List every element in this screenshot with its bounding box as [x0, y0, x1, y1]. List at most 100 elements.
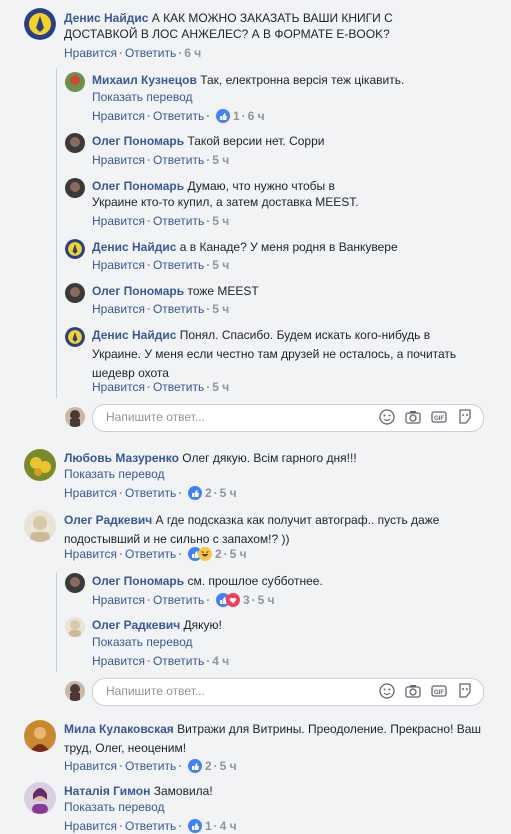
timestamp[interactable]: 6 ч	[184, 46, 201, 60]
comment-body: Михаил Кузнецов Так, електронна версія т…	[92, 72, 472, 88]
comment-author[interactable]: Олег Радкевич	[92, 618, 180, 632]
avatar[interactable]	[65, 72, 85, 92]
reaction-count[interactable]: 1	[205, 819, 212, 833]
comment-actions: Нравится · Ответить · 5 ч	[92, 380, 230, 394]
comment-text: Дякую!	[183, 618, 222, 632]
like-button[interactable]: Нравится	[64, 486, 117, 500]
comment-author[interactable]: Олег Пономарь	[92, 284, 184, 298]
timestamp[interactable]: 5 ч	[220, 486, 237, 500]
avatar[interactable]	[24, 449, 56, 481]
camera-icon[interactable]	[405, 683, 421, 699]
reply-button[interactable]: Ответить	[153, 380, 204, 394]
comment-author[interactable]: Михаил Кузнецов	[92, 73, 197, 87]
timestamp[interactable]: 5 ч	[212, 258, 229, 272]
reply-button[interactable]: Ответить	[125, 819, 176, 833]
comment-author[interactable]: Денис Найдис	[64, 11, 148, 25]
reply-button[interactable]: Ответить	[153, 593, 204, 607]
translate-link[interactable]: Показать перевод	[92, 635, 193, 649]
like-reaction-icon[interactable]	[187, 486, 202, 500]
avatar[interactable]	[65, 133, 85, 153]
like-button[interactable]: Нравится	[92, 258, 145, 272]
comment-author[interactable]: Денис Найдис	[92, 240, 176, 254]
translate-link[interactable]: Показать перевод	[64, 800, 165, 814]
timestamp[interactable]: 5 ч	[230, 547, 247, 561]
reaction-count[interactable]: 3	[243, 593, 250, 607]
like-button[interactable]: Нравится	[64, 46, 117, 60]
reaction-count[interactable]: 2	[205, 759, 212, 773]
reply-button[interactable]: Ответить	[125, 486, 176, 500]
avatar[interactable]	[24, 8, 56, 40]
like-reaction-icon[interactable]	[187, 759, 202, 773]
timestamp[interactable]: 5 ч	[212, 153, 229, 167]
reply-button[interactable]: Ответить	[153, 258, 204, 272]
avatar[interactable]	[24, 782, 56, 814]
avatar[interactable]	[65, 283, 85, 303]
translate-link[interactable]: Показать перевод	[92, 90, 193, 104]
translate-link[interactable]: Показать перевод	[64, 467, 165, 481]
timestamp[interactable]: 5 ч	[212, 302, 229, 316]
like-button[interactable]: Нравится	[64, 547, 117, 561]
reply-button[interactable]: Ответить	[153, 214, 204, 228]
svg-text:GIF: GIF	[434, 690, 444, 696]
love-reaction-icon[interactable]	[225, 593, 240, 607]
reaction-count[interactable]: 2	[215, 547, 222, 561]
comment-author[interactable]: Наталія Гимон	[64, 784, 150, 798]
avatar[interactable]	[65, 327, 85, 347]
comment-actions: Нравится · Ответить · 1 · 6 ч	[92, 109, 265, 123]
avatar[interactable]	[65, 178, 85, 198]
like-reaction-icon[interactable]	[215, 109, 230, 123]
like-button[interactable]: Нравится	[92, 593, 145, 607]
like-button[interactable]: Нравится	[64, 819, 117, 833]
reply-button[interactable]: Ответить	[153, 302, 204, 316]
timestamp[interactable]: 4 ч	[220, 819, 237, 833]
like-button[interactable]: Нравится	[92, 302, 145, 316]
reply-input[interactable]	[104, 409, 348, 425]
like-button[interactable]: Нравится	[92, 109, 145, 123]
comment-author[interactable]: Любовь Мазуренко	[64, 451, 179, 465]
comment-author[interactable]: Денис Найдис	[92, 328, 176, 342]
comment-author[interactable]: Мила Кулаковская	[64, 722, 174, 736]
reply-button[interactable]: Ответить	[125, 547, 176, 561]
like-reaction-icon[interactable]	[187, 819, 202, 833]
like-button[interactable]: Нравится	[92, 380, 145, 394]
avatar[interactable]	[24, 510, 56, 542]
comment-text: а в Канаде? У меня родня в Ванкувере	[179, 240, 398, 254]
timestamp[interactable]: 5 ч	[220, 759, 237, 773]
reaction-count[interactable]: 2	[205, 486, 212, 500]
avatar[interactable]	[65, 573, 85, 593]
timestamp[interactable]: 4 ч	[212, 654, 229, 668]
avatar[interactable]	[65, 239, 85, 259]
reply-button[interactable]: Ответить	[125, 759, 176, 773]
reply-button[interactable]: Ответить	[153, 109, 204, 123]
timestamp[interactable]: 5 ч	[212, 380, 229, 394]
haha-reaction-icon[interactable]	[197, 547, 212, 561]
comment-actions: Нравится · Ответить · 6 ч	[64, 46, 202, 60]
timestamp[interactable]: 5 ч	[258, 593, 275, 607]
sticker-icon[interactable]	[457, 409, 473, 425]
reply-input[interactable]	[104, 683, 348, 699]
like-button[interactable]: Нравится	[92, 153, 145, 167]
reply-button[interactable]: Ответить	[153, 153, 204, 167]
gif-icon[interactable]: GIF	[431, 683, 447, 699]
avatar[interactable]	[65, 617, 85, 637]
camera-icon[interactable]	[405, 409, 421, 425]
emoji-icon[interactable]	[379, 683, 395, 699]
comment-author[interactable]: Олег Радкевич	[64, 513, 152, 527]
comment-author[interactable]: Олег Пономарь	[92, 574, 184, 588]
like-button[interactable]: Нравится	[64, 759, 117, 773]
reaction-count[interactable]: 1	[233, 109, 240, 123]
reply-button[interactable]: Ответить	[125, 46, 176, 60]
avatar[interactable]	[24, 720, 56, 752]
like-button[interactable]: Нравится	[92, 214, 145, 228]
reply-button[interactable]: Ответить	[153, 654, 204, 668]
sticker-icon[interactable]	[457, 683, 473, 699]
comment-author[interactable]: Олег Пономарь	[92, 134, 184, 148]
comment-body: Мила Кулаковская Витражи для Витрины. Пр…	[64, 720, 494, 758]
timestamp[interactable]: 6 ч	[248, 109, 265, 123]
like-button[interactable]: Нравится	[92, 654, 145, 668]
comment-text: Замовила!	[153, 784, 213, 798]
comment-author[interactable]: Олег Пономарь	[92, 179, 184, 193]
emoji-icon[interactable]	[379, 409, 395, 425]
timestamp[interactable]: 5 ч	[212, 214, 229, 228]
gif-icon[interactable]: GIF	[431, 409, 447, 425]
